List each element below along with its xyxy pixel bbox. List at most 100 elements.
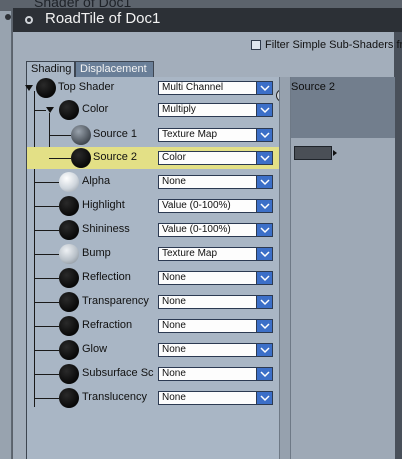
select-value: Multi Channel — [162, 82, 224, 93]
select-value: None — [162, 392, 186, 403]
chevron-down-icon[interactable] — [256, 296, 272, 308]
shader-swatch-icon[interactable] — [59, 172, 79, 192]
filter-checkbox[interactable] — [251, 40, 261, 50]
chevron-down-icon[interactable] — [256, 344, 272, 356]
select-value: None — [162, 176, 186, 187]
row-label: Source 2 — [93, 151, 138, 163]
preview-title: Source 2 — [291, 81, 336, 93]
shader-row-shininess[interactable]: Shininess Value (0-100%) — [27, 219, 280, 241]
shader-swatch-icon[interactable] — [59, 100, 79, 120]
chevron-down-icon[interactable] — [256, 272, 272, 284]
shader-swatch-icon[interactable] — [36, 78, 56, 98]
tree-line — [34, 374, 59, 375]
shader-swatch-icon[interactable] — [59, 340, 79, 360]
shader-row-glow[interactable]: Glow None — [27, 339, 280, 361]
row-label: Translucency — [82, 391, 148, 403]
shader-type-select[interactable]: Texture Map — [158, 247, 273, 261]
shader-swatch-icon[interactable] — [59, 292, 79, 312]
shader-row-source-1[interactable]: Source 1 Texture Map — [27, 124, 280, 146]
select-value: None — [162, 368, 186, 379]
shader-type-select[interactable]: None — [158, 367, 273, 381]
row-label: Reflection — [82, 271, 131, 283]
shader-type-select[interactable]: None — [158, 319, 273, 333]
row-label: Transparency — [82, 295, 149, 307]
preview-header: Source 2 — [291, 77, 395, 138]
chevron-down-icon[interactable] — [256, 82, 272, 94]
select-value: None — [162, 320, 186, 331]
chevron-down-icon[interactable] — [256, 104, 272, 116]
row-label: Bump — [82, 247, 111, 259]
panel-splitter[interactable] — [279, 77, 291, 459]
output-port-swatch[interactable] — [294, 146, 332, 160]
shader-type-select[interactable]: None — [158, 295, 273, 309]
shader-type-select[interactable]: Color — [158, 151, 273, 165]
shader-row-top-shader[interactable]: Top Shader Multi Channel — [25, 77, 280, 99]
chevron-down-icon[interactable] — [256, 176, 272, 188]
background-close-icon[interactable] — [5, 14, 11, 20]
shader-row-subsurface[interactable]: Subsurface Sc None — [27, 363, 280, 385]
chevron-down-icon[interactable] — [256, 200, 272, 212]
chevron-down-icon[interactable] — [256, 129, 272, 141]
chevron-down-icon[interactable] — [256, 224, 272, 236]
chevron-down-icon[interactable] — [256, 320, 272, 332]
chevron-down-icon[interactable] — [256, 152, 272, 164]
collapse-triangle-icon[interactable] — [25, 85, 33, 91]
shader-row-bump[interactable]: Bump Texture Map — [27, 243, 280, 265]
shader-row-highlight[interactable]: Highlight Value (0-100%) — [27, 195, 280, 217]
shader-type-select[interactable]: Multiply — [158, 103, 273, 117]
shader-swatch-icon[interactable] — [59, 196, 79, 216]
shader-type-select[interactable]: Value (0-100%) — [158, 223, 273, 237]
chevron-down-icon[interactable] — [256, 392, 272, 404]
shader-row-reflection[interactable]: Reflection None — [27, 267, 280, 289]
shader-swatch-icon[interactable] — [59, 364, 79, 384]
shader-type-select[interactable]: None — [158, 175, 273, 189]
row-label: Highlight — [82, 199, 125, 211]
shader-row-source-2[interactable]: Source 2 Color — [27, 147, 280, 169]
shader-swatch-icon[interactable] — [59, 244, 79, 264]
shader-swatch-icon[interactable] — [59, 268, 79, 288]
tree-line — [34, 398, 59, 399]
filter-simple-subshaders[interactable]: Filter Simple Sub-Shaders fro — [251, 39, 402, 51]
shader-row-alpha[interactable]: Alpha None — [27, 171, 280, 193]
select-value: None — [162, 296, 186, 307]
shader-row-refraction[interactable]: Refraction None — [27, 315, 280, 337]
tree-line — [34, 110, 46, 111]
output-arrow-icon — [333, 150, 337, 156]
shader-type-select[interactable]: Value (0-100%) — [158, 199, 273, 213]
tree-line — [34, 182, 59, 183]
select-value: Texture Map — [162, 248, 218, 259]
shader-swatch-icon[interactable] — [71, 125, 91, 145]
select-value: Multiply — [162, 104, 196, 115]
window-title: RoadTile of Doc1 — [45, 10, 161, 27]
row-label: Color — [82, 103, 109, 115]
tree-line — [34, 206, 59, 207]
shader-row-translucency[interactable]: Translucency None — [27, 387, 280, 409]
shader-type-select[interactable]: Texture Map — [158, 128, 273, 142]
tab-displacement[interactable]: Displacement — [75, 61, 154, 77]
shader-swatch-icon[interactable] — [71, 148, 91, 168]
row-label: Source 1 — [93, 128, 138, 140]
shader-swatch-icon[interactable] — [59, 388, 79, 408]
shader-swatch-icon[interactable] — [59, 220, 79, 240]
tree-line — [49, 135, 71, 136]
shader-swatch-icon[interactable] — [59, 316, 79, 336]
select-value: Value (0-100%) — [162, 200, 231, 211]
window-titlebar[interactable]: RoadTile of Doc1 — [13, 8, 402, 32]
tree-line — [34, 230, 59, 231]
shader-type-select[interactable]: Multi Channel — [158, 81, 273, 95]
shader-row-transparency[interactable]: Transparency None — [27, 291, 280, 313]
chevron-down-icon[interactable] — [256, 248, 272, 260]
select-value: None — [162, 344, 186, 355]
background-window-edge — [0, 11, 12, 459]
close-icon[interactable] — [25, 16, 33, 24]
shader-preview-panel: Source 2 — [291, 77, 395, 459]
tab-shading[interactable]: Shading — [26, 61, 75, 77]
shader-row-color[interactable]: Color Multiply — [27, 99, 280, 121]
collapse-triangle-icon[interactable] — [46, 107, 54, 113]
row-label: Shininess — [82, 223, 130, 235]
chevron-down-icon[interactable] — [256, 368, 272, 380]
row-label: Alpha — [82, 175, 111, 187]
shader-type-select[interactable]: None — [158, 271, 273, 285]
shader-type-select[interactable]: None — [158, 343, 273, 357]
shader-type-select[interactable]: None — [158, 391, 273, 405]
